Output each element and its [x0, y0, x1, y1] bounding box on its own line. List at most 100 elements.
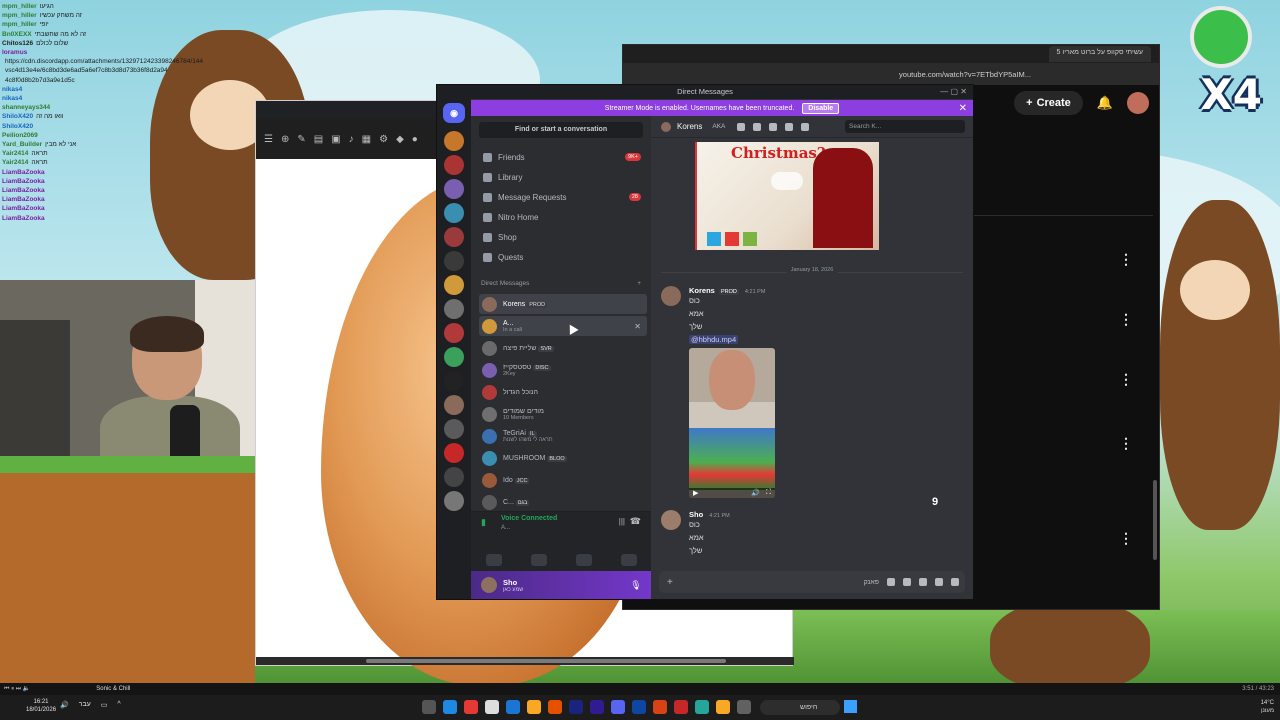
app-icon[interactable] [716, 700, 730, 714]
app-icon[interactable] [485, 700, 499, 714]
chat-username[interactable]: ShiloX420 [2, 113, 33, 120]
server-icon[interactable] [444, 467, 464, 487]
nav-item-shop[interactable]: Shop [479, 228, 647, 246]
chat-username[interactable]: LiamBaZooka [2, 178, 45, 185]
chat-username[interactable]: nikas4 [2, 86, 22, 93]
window-controls[interactable]: — ▢ ✕ [940, 85, 967, 99]
call-icon[interactable] [737, 122, 746, 131]
profile-icon[interactable] [801, 122, 810, 131]
app-icon[interactable] [569, 700, 583, 714]
server-icon[interactable] [444, 203, 464, 223]
server-icon[interactable] [444, 227, 464, 247]
server-icon[interactable] [444, 371, 464, 391]
server-icon[interactable] [444, 323, 464, 343]
chat-username[interactable]: Bn0XEXX [2, 31, 32, 38]
dm-item[interactable]: שליית פיצה SVR [479, 338, 647, 358]
video-call-icon[interactable] [753, 122, 762, 131]
vertical-scrollbar[interactable] [1153, 480, 1157, 560]
app-icon[interactable] [695, 700, 709, 714]
app-icon[interactable] [422, 700, 436, 714]
clock[interactable]: 16:21 18/01/2026 [26, 698, 56, 714]
gift-icon[interactable] [951, 578, 959, 586]
composer-hint[interactable]: פאנק [864, 579, 879, 586]
video-attachment[interactable]: ▶ 🔊 ⛶ [689, 348, 775, 498]
server-icon[interactable] [444, 443, 464, 463]
author-name[interactable]: Sho [689, 510, 703, 519]
windows-start-icon[interactable] [844, 700, 857, 713]
chat-username[interactable]: nikas4 [2, 95, 22, 102]
close-dm-icon[interactable]: ✕ [634, 322, 641, 331]
server-icon[interactable] [444, 395, 464, 415]
horizontal-scrollbar[interactable] [256, 657, 794, 665]
chat-username[interactable]: LiamBaZooka [2, 187, 45, 194]
dm-item[interactable]: מודים שמודים 10 Members [479, 404, 647, 424]
activities-icon[interactable] [575, 554, 592, 566]
soundboard-icon[interactable] [620, 554, 637, 566]
noise-suppression-icon[interactable]: ||| [619, 517, 625, 526]
nav-item-library[interactable]: Library [479, 168, 647, 186]
toolbar-icon[interactable]: ▤ [314, 134, 323, 145]
speaker-icon[interactable]: 🔊 [60, 701, 69, 709]
microphone-icon[interactable]: 🎙 [630, 580, 641, 591]
chat-username[interactable]: Peilion2069 [2, 132, 38, 139]
pin-icon[interactable] [769, 122, 778, 131]
find-conversation-input[interactable]: Find or start a conversation [479, 122, 643, 138]
app-icon[interactable] [548, 700, 562, 714]
address-bar[interactable]: youtube.com/watch?v=7ETbdYP5aIM... [623, 63, 1159, 85]
server-icon[interactable] [444, 179, 464, 199]
app-icon[interactable] [506, 700, 520, 714]
language-indicator[interactable]: עבר [79, 701, 91, 709]
server-icon[interactable] [444, 299, 464, 319]
dm-item[interactable]: הנוכל הגדול [479, 382, 647, 402]
volume-icon[interactable]: 🔊 [751, 489, 760, 497]
nav-item-quests[interactable]: Quests [479, 248, 647, 266]
weather-widget[interactable]: 14°C מעונן [1261, 699, 1274, 715]
disconnect-icon[interactable]: ☎ [630, 516, 641, 527]
dm-item[interactable]: טסטסקייז DISC 2Key [479, 360, 647, 380]
emoji-icon[interactable] [887, 578, 895, 586]
chat-username[interactable]: mpm_hiller [2, 12, 37, 19]
tray-chevron-icon[interactable]: ^ [117, 701, 120, 709]
author-avatar[interactable] [661, 286, 681, 306]
video-controls[interactable]: ▶ 🔊 ⛶ [689, 488, 775, 498]
dm-item[interactable]: A... In a call ✕ [479, 316, 647, 336]
url-text[interactable]: youtube.com/watch?v=7ETbdYP5aIM... [899, 70, 1031, 79]
chat-username[interactable]: LiamBaZooka [2, 196, 45, 203]
chat-username[interactable]: LiamBaZooka [2, 169, 45, 176]
chat-username[interactable]: ShiloX420 [2, 123, 33, 130]
toolbar-icon[interactable]: ☰ [264, 134, 273, 145]
toolbar-icon[interactable]: ◆ [396, 134, 404, 145]
server-icon[interactable] [444, 347, 464, 367]
gif-icon[interactable] [903, 578, 911, 586]
chat-username[interactable]: mpm_hiller [2, 3, 37, 10]
server-icon[interactable] [444, 131, 464, 151]
chat-username[interactable]: loramus [2, 49, 27, 56]
chat-username[interactable]: Yair2414 [2, 159, 28, 166]
aka-label[interactable]: AKA [712, 123, 725, 130]
account-avatar[interactable] [1127, 92, 1149, 114]
chat-username[interactable]: mpm_hiller [2, 21, 37, 28]
bell-icon[interactable]: 🔔 [1097, 95, 1113, 111]
message-composer[interactable]: + פאנק [659, 571, 965, 593]
discord-taskbar-icon[interactable] [611, 700, 625, 714]
app-icon[interactable] [632, 700, 646, 714]
dm-item[interactable]: C... בגם [479, 492, 647, 512]
toolbar-icon[interactable]: ✎ [297, 134, 305, 145]
sticker-icon[interactable] [919, 578, 927, 586]
nav-item-friends[interactable]: Friends 9K+ [479, 148, 647, 166]
video-link[interactable]: @hbhdu.mp4 [689, 335, 739, 344]
fullscreen-icon[interactable]: ⛶ [766, 489, 771, 497]
play-icon[interactable]: ▶ [693, 489, 698, 497]
more-options-icon[interactable]: ⋮ [1119, 251, 1133, 268]
video-off-icon[interactable] [485, 554, 502, 566]
close-icon[interactable]: ✕ [959, 103, 967, 114]
play-icon[interactable] [771, 172, 803, 190]
nav-item-message-requests[interactable]: Message Requests 28 [479, 188, 647, 206]
nav-item-nitro-home[interactable]: Nitro Home [479, 208, 647, 226]
server-icon[interactable] [444, 491, 464, 511]
dm-item[interactable]: MUSHROOM BLOO [479, 448, 647, 468]
app-icon[interactable] [737, 700, 751, 714]
screen-share-icon[interactable] [530, 554, 547, 566]
dm-item[interactable]: Korens PROD [479, 294, 647, 314]
disable-button[interactable]: Disable [802, 102, 840, 114]
